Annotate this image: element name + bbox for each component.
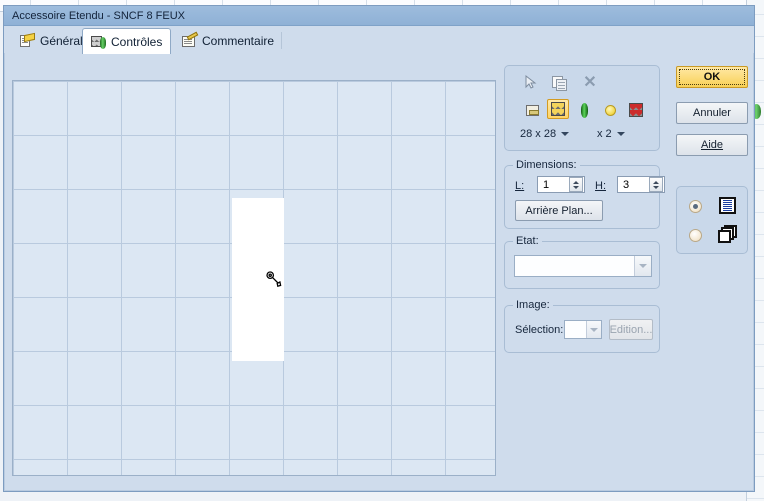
single-document-icon[interactable] <box>719 197 736 214</box>
checker-grid-icon[interactable] <box>547 99 569 119</box>
width-value: 1 <box>543 178 550 191</box>
help-button-label: Aide <box>700 139 724 151</box>
dimensions-group-label: Dimensions: <box>513 159 580 171</box>
cancel-button[interactable]: Annuler <box>676 102 748 124</box>
layout-canvas[interactable] <box>12 80 496 476</box>
panel-element-icon[interactable] <box>521 100 543 120</box>
etat-group-label: Etat: <box>513 235 542 247</box>
radio-single-view[interactable] <box>689 200 702 213</box>
red-checker-icon[interactable] <box>625 100 647 120</box>
image-group-label: Image: <box>513 299 553 311</box>
close-x-icon[interactable]: ✕ <box>579 74 601 94</box>
grid-size-dropdown[interactable]: 28 x 28 <box>520 128 570 140</box>
properties-icon[interactable] <box>551 74 573 94</box>
pointer-arrow-icon[interactable] <box>523 74 545 94</box>
ok-button[interactable]: OK <box>676 66 748 88</box>
background-button[interactable]: Arrière Plan... <box>515 200 603 221</box>
tab-controles[interactable]: Contrôles <box>82 28 172 54</box>
focus-ring <box>679 69 745 85</box>
dialog-title: Accessoire Etendu - SNCF 8 FEUX <box>12 10 186 22</box>
dialog-body: ✕ 28 x 28 x 2 Dimensions: L: 1 H: 3 Arri… <box>4 53 754 491</box>
green-semaphore-icon[interactable] <box>573 100 595 120</box>
chevron-down-icon <box>639 264 647 268</box>
stacked-documents-icon[interactable] <box>718 225 737 243</box>
image-selection-combobox[interactable] <box>564 320 602 339</box>
selection-label: Sélection: <box>515 324 564 336</box>
chevron-down-icon <box>561 132 570 136</box>
yellow-lamp-icon[interactable] <box>599 100 621 120</box>
zoom-value: x 2 <box>597 128 612 140</box>
zoom-dropdown[interactable]: x 2 <box>597 128 625 140</box>
comment-pencil-icon <box>182 31 199 48</box>
etat-combobox[interactable] <box>514 255 652 277</box>
height-stepper[interactable]: 3 <box>617 176 665 193</box>
view-mode-panel <box>676 186 748 254</box>
tab-strip: Général Contrôles Commentaire <box>4 26 754 54</box>
tab-separator <box>281 32 282 49</box>
height-spin-arrows[interactable] <box>649 177 663 192</box>
wrench-cursor-icon <box>265 270 283 288</box>
help-button[interactable]: Aide <box>676 134 748 156</box>
grid-size-value: 28 x 28 <box>520 128 557 140</box>
tab-general[interactable]: Général <box>12 29 91 53</box>
radio-multi-view[interactable] <box>689 229 702 242</box>
image-group: Image: Sélection: Edition... <box>504 299 660 353</box>
background-row-separator <box>747 498 764 499</box>
width-stepper[interactable]: 1 <box>537 176 585 193</box>
chevron-down-icon <box>616 132 625 136</box>
image-selection-dropdown-button[interactable] <box>586 321 601 338</box>
width-label: L: <box>515 180 525 192</box>
accessory-dialog: Accessoire Etendu - SNCF 8 FEUX Général … <box>3 5 755 492</box>
tab-general-label: Général <box>40 34 83 48</box>
image-edit-button[interactable]: Edition... <box>609 319 653 340</box>
etat-dropdown-button[interactable] <box>634 256 651 276</box>
radio-dot <box>693 204 698 209</box>
page-pencil-icon <box>20 32 36 48</box>
dimensions-group: Dimensions: L: 1 H: 3 Arrière Plan... <box>504 159 665 229</box>
tab-commentaire[interactable]: Commentaire <box>174 29 282 53</box>
width-spin-arrows[interactable] <box>569 177 583 192</box>
element-toolbar-panel: ✕ 28 x 28 x 2 <box>504 65 660 151</box>
dialog-titlebar: Accessoire Etendu - SNCF 8 FEUX <box>4 6 754 26</box>
tab-commentaire-label: Commentaire <box>202 34 275 48</box>
height-value: 3 <box>623 178 630 191</box>
control-block-icon <box>91 35 107 49</box>
tab-controles-label: Contrôles <box>111 34 163 49</box>
etat-group: Etat: <box>504 235 660 289</box>
chevron-down-icon <box>590 327 598 332</box>
height-label: H: <box>595 180 606 192</box>
